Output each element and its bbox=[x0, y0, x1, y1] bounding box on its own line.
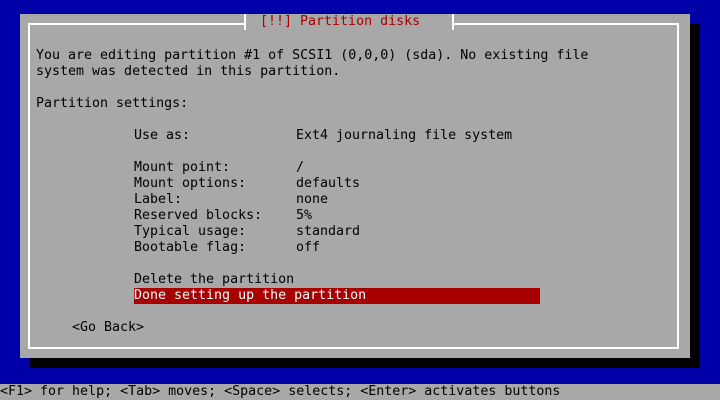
setting-value: defaults bbox=[296, 176, 361, 191]
title-right-cap bbox=[452, 14, 454, 30]
status-help-text: <F1> for help; <Tab> moves; <Space> sele… bbox=[0, 384, 561, 399]
dialog-title-bar: [!!] Partition disks bbox=[244, 14, 454, 30]
section-heading: Partition settings: bbox=[36, 96, 189, 111]
description-line-1: You are editing partition #1 of SCSI1 (0… bbox=[36, 48, 589, 63]
done-partition-item[interactable]: Done setting up the partition bbox=[134, 288, 540, 304]
setting-label: Label: bbox=[134, 192, 183, 207]
setting-label: Bootable flag: bbox=[134, 240, 247, 255]
setting-value: Ext4 journaling file system bbox=[296, 128, 513, 143]
setting-value: none bbox=[296, 192, 329, 207]
delete-partition-item[interactable]: Delete the partition bbox=[134, 272, 294, 288]
go-back-button[interactable]: <Go Back> bbox=[72, 320, 144, 336]
setting-value: 5% bbox=[296, 208, 313, 223]
setting-label: Typical usage: bbox=[134, 224, 247, 239]
setting-value: / bbox=[296, 160, 305, 175]
setting-value: off bbox=[296, 240, 321, 255]
setting-label: Reserved blocks: bbox=[134, 208, 263, 223]
setting-label: Mount point: bbox=[134, 160, 231, 175]
installer-screen: [!!] Partition disks You are editing par… bbox=[0, 0, 720, 400]
title-left-cap bbox=[244, 14, 246, 30]
setting-value: standard bbox=[296, 224, 361, 239]
dialog-title: [!!] Partition disks bbox=[260, 14, 421, 29]
done-partition-label: Done setting up the partition bbox=[134, 288, 367, 303]
description-line-2: system was detected in this partition. bbox=[36, 64, 341, 79]
setting-label: Mount options: bbox=[134, 176, 247, 191]
status-bar: <F1> for help; <Tab> moves; <Space> sele… bbox=[0, 384, 720, 400]
setting-label: Use as: bbox=[134, 128, 191, 143]
